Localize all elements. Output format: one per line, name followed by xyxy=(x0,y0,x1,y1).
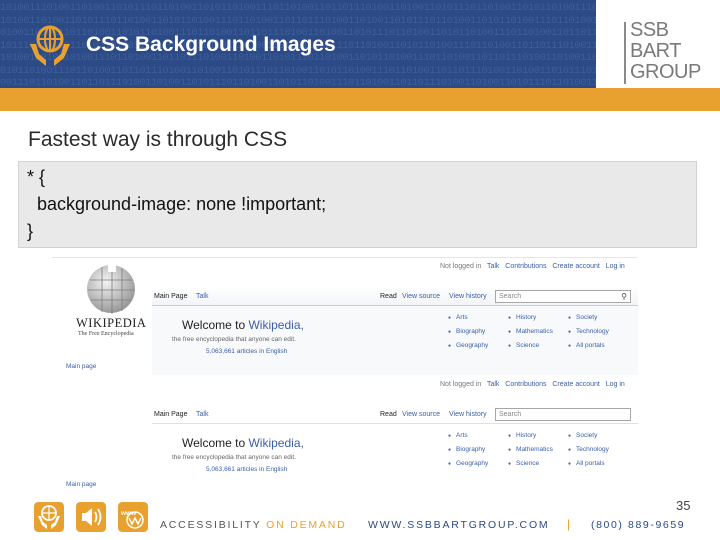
wikipedia-panel-no-images: Not logged in Talk Contributions Create … xyxy=(52,376,638,491)
logo-line-bart: BART xyxy=(630,40,681,62)
portal-link[interactable]: Biography xyxy=(448,328,485,335)
sidebar-main-page-link[interactable]: Main page xyxy=(66,481,96,488)
code-line-3: } xyxy=(27,221,34,241)
log-in-link[interactable]: Log in xyxy=(606,381,625,388)
welcome-prefix: Welcome to xyxy=(182,318,249,332)
subtitle: Fastest way is through CSS xyxy=(28,128,288,151)
logo-text: SSB BART GROUP xyxy=(630,20,701,83)
wikipedia-tagline: The Free Encyclopedia xyxy=(78,331,134,337)
footer-accessibility: ACCESSIBILITY xyxy=(160,519,262,531)
tab-view-history[interactable]: View history xyxy=(449,411,487,418)
portal-link[interactable]: All portals xyxy=(568,460,605,467)
portal-link[interactable]: Technology xyxy=(568,328,609,335)
portal-link[interactable]: Science xyxy=(508,342,539,349)
welcome-banner: Welcome to Wikipedia, the free encyclope… xyxy=(152,306,638,375)
encyclopedia-line: the free encyclopedia that anyone can ed… xyxy=(172,454,296,461)
portal-link[interactable]: Geography xyxy=(448,460,488,467)
hands-globe-icon xyxy=(30,25,70,66)
talk-link[interactable]: Talk xyxy=(487,381,499,388)
code-line-2: background-image: none !important; xyxy=(27,194,327,214)
portal-link[interactable]: Technology xyxy=(568,446,609,453)
footer-tagline: ACCESSIBILITY ON DEMAND xyxy=(160,519,347,531)
welcome-banner: Welcome to Wikipedia, the free encyclope… xyxy=(152,424,638,491)
article-count[interactable]: 5,063,661 articles in English xyxy=(206,466,287,473)
tab-main-page[interactable]: Main Page xyxy=(154,411,187,418)
welcome-wikipedia-link[interactable]: Wikipedia, xyxy=(248,436,303,450)
talk-link[interactable]: Talk xyxy=(487,263,499,270)
search-placeholder: Search xyxy=(499,293,522,300)
logo-line-ssb: SSB xyxy=(630,19,669,41)
welcome-prefix: Welcome to xyxy=(182,436,249,450)
portal-link[interactable]: History xyxy=(508,432,536,439)
contributions-link[interactable]: Contributions xyxy=(505,381,546,388)
wiki-tab-bar: Main Page Talk Read View source View his… xyxy=(152,286,638,306)
speaker-icon xyxy=(76,502,106,532)
encyclopedia-line: the free encyclopedia that anyone can ed… xyxy=(172,336,296,343)
tab-view-source[interactable]: View source xyxy=(402,411,440,418)
not-logged-in: Not logged in xyxy=(440,263,482,270)
tab-talk[interactable]: Talk xyxy=(196,411,208,418)
not-logged-in: Not logged in xyxy=(440,381,482,388)
footer-phone: (800) 889-9659 xyxy=(591,519,686,531)
tab-main-page[interactable]: Main Page xyxy=(154,293,187,300)
tab-talk[interactable]: Talk xyxy=(196,293,208,300)
portal-link[interactable]: Mathematics xyxy=(508,328,553,335)
www-icon: www xyxy=(118,502,148,532)
tab-read[interactable]: Read xyxy=(380,293,397,300)
code-line-1: * { xyxy=(27,167,46,187)
slide-title: CSS Background Images xyxy=(86,33,336,56)
wiki-search-input[interactable]: Search xyxy=(495,408,631,421)
search-placeholder: Search xyxy=(499,411,522,418)
wiki-tab-bar: Main Page Talk Read View source View his… xyxy=(152,404,638,424)
header-accent-bar xyxy=(0,88,720,111)
search-icon[interactable]: ⚲ xyxy=(621,292,627,301)
welcome-heading: Welcome to Wikipedia, xyxy=(182,436,304,450)
top-links: Not logged in Talk Contributions Create … xyxy=(440,263,625,270)
tab-view-source[interactable]: View source xyxy=(402,293,440,300)
code-block: * { background-image: none !important; } xyxy=(18,161,697,248)
logo-divider xyxy=(624,22,626,84)
contributions-link[interactable]: Contributions xyxy=(505,263,546,270)
portal-link[interactable]: History xyxy=(508,314,536,321)
footer-on-demand: ON DEMAND xyxy=(266,519,347,531)
portal-link[interactable]: Society xyxy=(568,432,597,439)
portal-link[interactable]: Society xyxy=(568,314,597,321)
hands-globe-icon xyxy=(34,502,64,532)
wikipedia-comparison-screenshot: Not logged in Talk Contributions Create … xyxy=(52,257,638,491)
portal-link[interactable]: Geography xyxy=(448,342,488,349)
top-links: Not logged in Talk Contributions Create … xyxy=(440,381,625,388)
portal-link[interactable]: Science xyxy=(508,460,539,467)
tab-read[interactable]: Read xyxy=(380,411,397,418)
create-account-link[interactable]: Create account xyxy=(552,381,599,388)
portal-link[interactable]: Arts xyxy=(448,432,468,439)
footer-separator: | xyxy=(567,517,571,531)
log-in-link[interactable]: Log in xyxy=(606,263,625,270)
portal-link[interactable]: Biography xyxy=(448,446,485,453)
logo-line-group: GROUP xyxy=(630,61,701,83)
tab-view-history[interactable]: View history xyxy=(449,293,487,300)
puzzle-globe-icon xyxy=(87,265,135,314)
wiki-search-input[interactable]: Search ⚲ xyxy=(495,290,631,303)
article-count[interactable]: 5,063,661 articles in English xyxy=(206,348,287,355)
wikipedia-panel-with-images: Not logged in Talk Contributions Create … xyxy=(52,258,638,375)
sidebar-main-page-link[interactable]: Main page xyxy=(66,363,96,370)
footer-url[interactable]: WWW.SSBBARTGROUP.COM xyxy=(368,519,549,531)
portal-link[interactable]: All portals xyxy=(568,342,605,349)
welcome-wikipedia-link[interactable]: Wikipedia, xyxy=(248,318,303,332)
welcome-heading: Welcome to Wikipedia, xyxy=(182,318,304,332)
wikipedia-logo[interactable]: WIKIPEDIA The Free Encyclopedia xyxy=(62,262,152,337)
slide: 1010011101001101001101011101101001101011… xyxy=(0,0,720,540)
portal-link[interactable]: Arts xyxy=(448,314,468,321)
wikipedia-wordmark: WIKIPEDIA xyxy=(76,316,147,330)
portal-link[interactable]: Mathematics xyxy=(508,446,553,453)
create-account-link[interactable]: Create account xyxy=(552,263,599,270)
header-banner: 1010011101001101001101011101101001101011… xyxy=(0,0,720,88)
